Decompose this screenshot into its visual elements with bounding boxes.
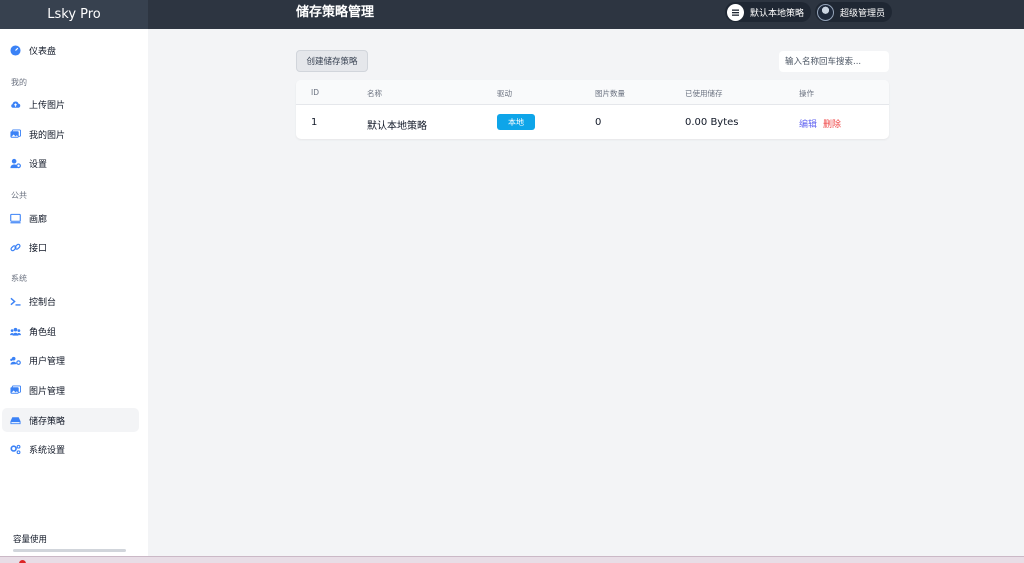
sidebar-item-api[interactable]: 接口 [2,235,139,259]
cell-name: 默认本地策略 [367,121,427,132]
column-header-count: 图片数量 [595,89,625,98]
column-header-actions: 操作 [799,89,814,98]
policy-selector[interactable]: 默认本地策略 [725,2,812,22]
usage-label: 容量使用 [13,535,48,545]
strategy-table: ID 名称 驱动 图片数量 已使用储存 操作 1 默认本地策略 本地 0 0.0… [296,80,889,139]
sidebar-item-label: 储存策略 [29,416,66,427]
link-icon [10,242,21,253]
column-header-name: 名称 [367,89,382,98]
sidebar-item-label: 用户管理 [29,356,66,367]
column-header-id: ID [311,88,319,97]
avatar [817,3,834,21]
sidebar-item-users[interactable]: 用户管理 [2,348,139,372]
edit-link[interactable]: 编辑 [799,117,817,130]
sidebar-item-label: 控制台 [29,297,57,308]
group-label-mine: 我的 [11,78,27,87]
sidebar-item-my-images[interactable]: 我的图片 [2,122,139,146]
driver-badge: 本地 [497,114,535,130]
sidebar-item-dashboard[interactable]: 仪表盘 [2,38,139,62]
column-header-driver: 驱动 [497,89,512,98]
monitor-icon [10,213,21,224]
page-title: 储存策略管理 [296,5,375,20]
column-header-used: 已使用储存 [685,89,723,98]
sidebar-item-label: 仪表盘 [29,46,57,57]
sidebar-item-label: 设置 [29,159,48,170]
sidebar-item-label: 系统设置 [29,445,66,456]
sidebar-item-strategies[interactable]: 储存策略 [2,408,139,432]
user-gear-icon [10,158,21,169]
users-gear-icon [10,355,21,366]
cell-used: 0.00 Bytes [685,117,739,128]
sidebar-item-label: 接口 [29,243,48,254]
sidebar-item-gallery[interactable]: 画廊 [2,206,139,230]
user-menu[interactable]: 超级管理员 [815,2,893,22]
sidebar-item-images[interactable]: 图片管理 [2,378,139,402]
sidebar-item-label: 角色组 [29,327,57,338]
cell-count: 0 [595,117,602,128]
sidebar-item-roles[interactable]: 角色组 [2,319,139,343]
cloud-upload-icon [10,99,21,110]
usage-progress-bar [13,549,126,552]
sidebar-item-settings[interactable]: 设置 [2,151,139,175]
group-label-public: 公共 [11,191,27,200]
group-label-system: 系统 [11,274,27,283]
sidebar-item-console[interactable]: 控制台 [2,289,139,313]
sidebar-item-label: 上传图片 [29,100,66,111]
table-header: ID 名称 驱动 图片数量 已使用储存 操作 [296,80,889,105]
images-icon [10,384,21,396]
create-strategy-button[interactable]: 创建储存策略 [296,50,368,72]
top-bar: Lsky Pro 储存策略管理 默认本地策略 超级管理员 [0,0,1024,29]
brand-logo[interactable]: Lsky Pro [0,0,148,29]
user-label: 超级管理员 [840,8,886,19]
dashboard-icon [10,44,21,56]
gears-icon [10,444,21,455]
users-icon [10,326,21,337]
list-icon [727,3,744,21]
sidebar-item-label: 图片管理 [29,386,66,397]
delete-link[interactable]: 删除 [823,117,841,130]
taskbar-strip [0,556,1024,563]
search-input[interactable] [779,51,889,72]
terminal-icon [10,296,21,307]
images-icon [10,128,21,140]
cell-id: 1 [311,117,318,128]
policy-label: 默认本地策略 [750,8,805,19]
sidebar-item-label: 画廊 [29,214,48,225]
sidebar-item-upload[interactable]: 上传图片 [2,92,139,116]
sidebar-item-system-settings[interactable]: 系统设置 [2,437,139,461]
hard-drive-icon [10,415,21,426]
sidebar: 仪表盘 我的 上传图片 我的图片 设置 公共 画廊 接口 系统 控制台 角色组 … [0,29,148,556]
sidebar-item-label: 我的图片 [29,130,66,141]
